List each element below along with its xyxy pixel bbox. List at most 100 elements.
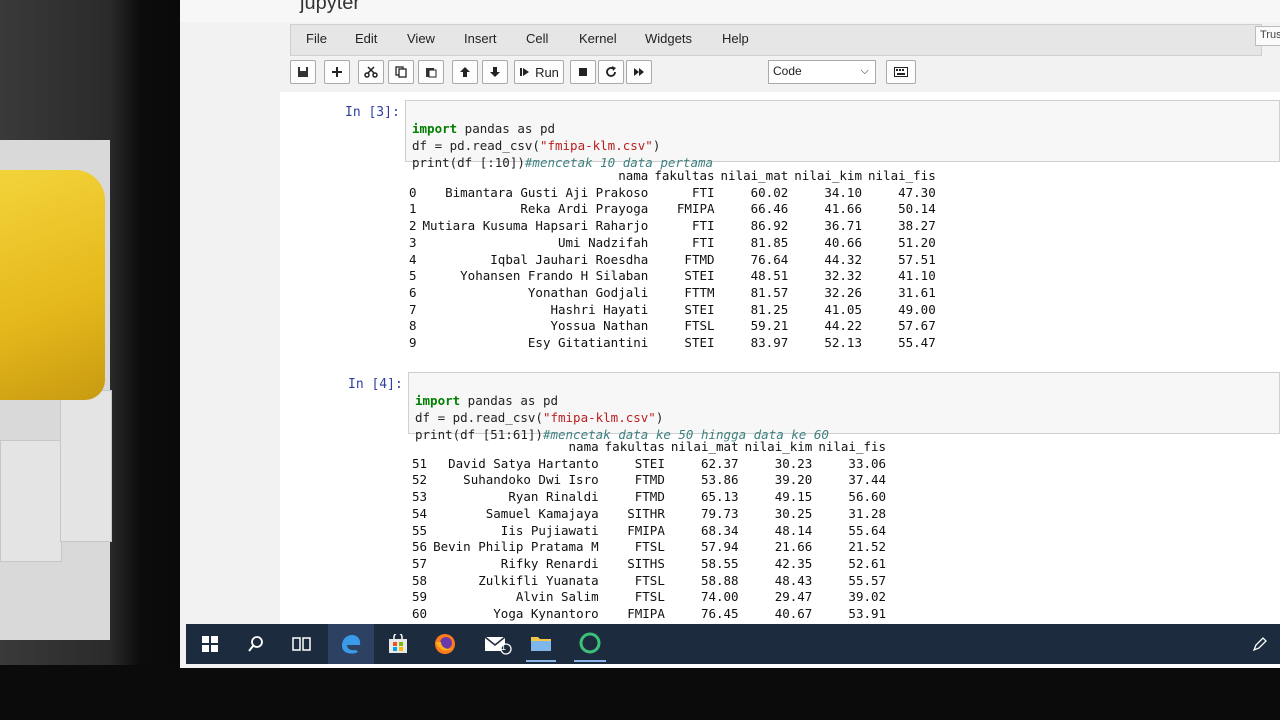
save-button[interactable] — [290, 60, 316, 84]
restart-button[interactable] — [598, 60, 624, 84]
cell-nama: Yonathan Godjali — [527, 284, 649, 300]
cell-nilai-kim: 40.67 — [774, 606, 813, 622]
cell-fakultas: STEI — [684, 301, 715, 317]
cell-nilai-fis: 55.47 — [898, 335, 936, 351]
cell-nama: Bevin Philip Pratama M — [433, 539, 599, 555]
cell-index: 5 — [409, 268, 417, 284]
cell-nilai-fis: 52.61 — [848, 555, 887, 571]
cell-type-select[interactable]: Code ⌵ — [768, 60, 876, 84]
cell-nilai-kim: 32.32 — [824, 268, 862, 284]
app-circle-icon[interactable] — [574, 626, 606, 662]
table-row: 52 Suhandoko Dwi Isro FTMD 53.86 39.20 37.44 — [409, 472, 889, 489]
run-button[interactable]: Run — [514, 60, 564, 84]
cell1-code-editor[interactable]: import pandas as pd df = pd.read_csv("fmi… — [405, 100, 1280, 170]
cell-index: 1 — [409, 201, 417, 217]
table-row: 4 Iqbal Jauhari Roesdha FTMD 76.64 44.32 57.5… — [406, 252, 939, 269]
cell-nilai-mat: 86.92 — [750, 218, 789, 234]
cell-nilai-mat: 81.25 — [750, 301, 789, 317]
jupyter-header: jupyter — [180, 0, 1280, 22]
cell-nilai-mat: 58.88 — [700, 572, 739, 588]
table-row: 55 Iis Pujiawati FMIPA 68.34 48.14 55.64 — [409, 523, 889, 540]
cell-nilai-kim: 42.35 — [774, 555, 813, 571]
paste-button[interactable] — [418, 60, 444, 84]
cell-fakultas: STEI — [634, 455, 665, 471]
table-row: 60 Yoga Kynantoro FMIPA 76.45 40.67 53.91 — [409, 606, 889, 623]
cell-nilai-fis: 31.61 — [898, 284, 936, 300]
column-header-nilai-fis: nilai_fis — [868, 168, 936, 183]
table-row: 9 Esy Gitatiantini STEI 83.97 52.13 55.47 — [406, 335, 939, 352]
column-header-index — [409, 439, 430, 456]
menu-file[interactable]: File — [306, 31, 327, 46]
cell-nama: Hashri Hayati — [550, 301, 649, 317]
command-palette-button[interactable] — [886, 60, 916, 84]
menu-view[interactable]: View — [407, 31, 435, 46]
menu-cell[interactable]: Cell — [526, 31, 548, 46]
cell-index: 7 — [409, 301, 417, 317]
table-row: 2 Mutiara Kusuma Hapsari Raharjo FTI 86.92 3… — [406, 218, 939, 235]
insert-cell-button[interactable] — [324, 60, 350, 84]
column-header-nilai-fis: nilai_fis — [818, 439, 887, 454]
menu-kernel[interactable]: Kernel — [579, 31, 617, 46]
restart-run-all-button[interactable] — [626, 60, 652, 84]
edge-icon[interactable] — [328, 624, 374, 664]
move-up-button[interactable] — [452, 60, 478, 84]
task-view-icon[interactable] — [288, 630, 316, 658]
trusted-indicator[interactable]: Trus — [1255, 26, 1280, 46]
cell-nilai-kim: 40.66 — [824, 234, 862, 250]
cell-nilai-kim: 36.71 — [824, 218, 862, 234]
menu-insert[interactable]: Insert — [464, 31, 497, 46]
table-row: 51 David Satya Hartanto STEI 62.37 30.23 33.0… — [409, 456, 889, 473]
cell2-output-table: nama fakultas nilai_mat nilai_kim nilai_fis 5… — [409, 439, 889, 623]
cell-nama: Yossua Nathan — [550, 318, 649, 334]
search-icon[interactable] — [242, 630, 270, 658]
cell-nilai-fis: 39.02 — [848, 589, 887, 605]
cell-fakultas: FTI — [691, 234, 715, 250]
windows-icon[interactable] — [196, 630, 224, 658]
cell-nilai-mat: 81.57 — [750, 284, 789, 300]
code-line: df = pd.read_csv("fmipa-klm.csv") — [415, 410, 664, 425]
move-down-button[interactable] — [482, 60, 508, 84]
store-icon[interactable] — [384, 630, 412, 658]
cell-nilai-fis: 57.67 — [898, 318, 936, 334]
run-icon — [520, 68, 530, 76]
cell-fakultas: FTSL — [684, 318, 715, 334]
table-row: 1 Reka Ardi Prayoga FMIPA 66.46 41.66 50.14 — [406, 201, 939, 218]
scissors-icon — [364, 66, 378, 78]
cell-nilai-kim: 49.15 — [774, 489, 813, 505]
fast-forward-icon — [634, 68, 644, 76]
cell-nama: Ryan Rinaldi — [508, 489, 599, 505]
keyboard-icon — [894, 67, 908, 77]
cell-fakultas: FTSL — [634, 589, 665, 605]
cell-nilai-mat: 83.97 — [750, 335, 789, 351]
firefox-icon[interactable] — [431, 630, 459, 658]
cell-nama: Alvin Salim — [515, 589, 599, 605]
cell-nilai-mat: 59.21 — [750, 318, 789, 334]
copy-button[interactable] — [388, 60, 414, 84]
cut-button[interactable] — [358, 60, 384, 84]
cell-index: 6 — [409, 284, 417, 300]
cell-index: 4 — [409, 251, 417, 267]
cell-nilai-fis: 41.10 — [898, 268, 936, 284]
cell-nilai-fis: 51.20 — [898, 234, 936, 250]
mail-badge: 1 — [501, 642, 507, 652]
cell-index: 53 — [412, 489, 428, 505]
menu-edit[interactable]: Edit — [355, 31, 377, 46]
mail-icon[interactable]: 1 — [482, 630, 516, 658]
pen-workspace-icon[interactable] — [1246, 630, 1274, 658]
table-row: 59 Alvin Salim FTSL 74.00 29.47 39.02 — [409, 589, 889, 606]
column-header-index — [406, 168, 420, 185]
cell-nilai-kim: 48.14 — [774, 522, 813, 538]
cell-nilai-kim: 44.32 — [824, 251, 862, 267]
interrupt-button[interactable] — [570, 60, 596, 84]
menu-help[interactable]: Help — [722, 31, 749, 46]
cell-nilai-kim: 39.20 — [774, 472, 813, 488]
menu-widgets[interactable]: Widgets — [645, 31, 692, 46]
cell-fakultas: STEI — [684, 335, 715, 351]
cell-nilai-fis: 56.60 — [848, 489, 887, 505]
file-explorer-icon[interactable] — [526, 626, 556, 662]
cell-type-value: Code — [773, 64, 802, 78]
cell2-code-editor[interactable]: import pandas as pd df = pd.read_csv("fmi… — [408, 372, 1280, 442]
cell-nama: Reka Ardi Prayoga — [520, 201, 649, 217]
cell-nilai-fis: 53.91 — [848, 606, 887, 622]
cell-nama: Iis Pujiawati — [500, 522, 599, 538]
